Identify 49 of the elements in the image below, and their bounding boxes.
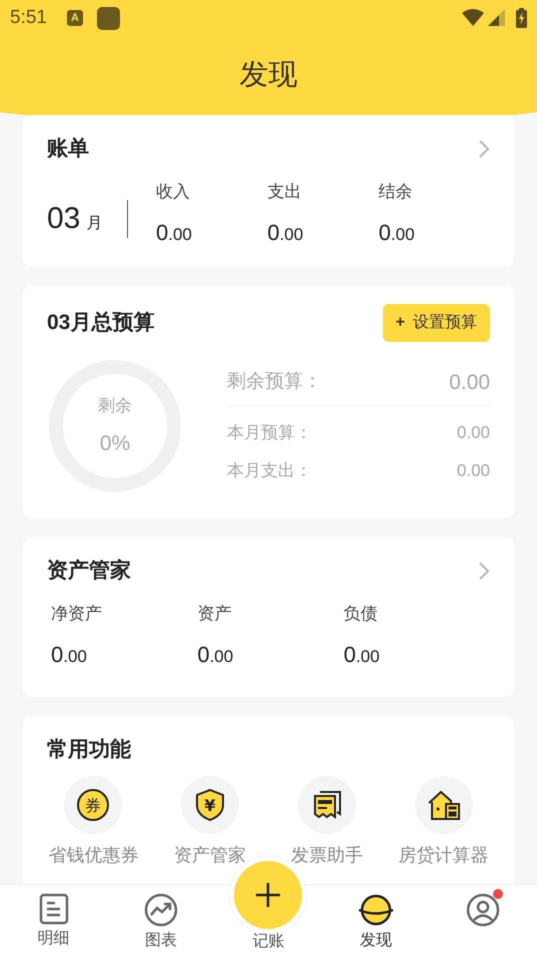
nav-label[interactable]: 记账 bbox=[252, 930, 284, 954]
budget-row-label: 本月预算： bbox=[227, 422, 312, 444]
notification-icon bbox=[96, 6, 120, 30]
budget-row-value: 0.00 bbox=[456, 422, 490, 444]
stat-label: 收入 bbox=[156, 180, 191, 202]
function-label[interactable]: 资产管家 bbox=[174, 842, 246, 868]
card-title: 03月总预算 bbox=[47, 310, 154, 336]
ring-label: 剩余 bbox=[98, 394, 132, 416]
month-number: 03 bbox=[47, 204, 80, 234]
remaining-budget-label: 剩余预算： bbox=[227, 370, 322, 394]
page-title: 发现 bbox=[240, 58, 298, 93]
shield-icon[interactable]: ¥ bbox=[181, 776, 240, 834]
card-title: 账单 bbox=[47, 136, 89, 162]
profile-icon[interactable] bbox=[466, 893, 500, 927]
stat-label: 负债 bbox=[344, 602, 379, 624]
stat-value: 0.00 bbox=[267, 219, 304, 247]
chart-icon[interactable] bbox=[144, 893, 178, 927]
card-title: 常用功能 bbox=[47, 737, 132, 763]
budget-row-value: 0.00 bbox=[456, 460, 490, 482]
wifi-icon bbox=[462, 9, 484, 27]
ring-percent: 0% bbox=[100, 431, 130, 457]
list-icon[interactable] bbox=[38, 893, 69, 925]
set-budget-button[interactable]: + 设置预算 bbox=[382, 304, 490, 342]
nav-label[interactable]: 明细 bbox=[38, 927, 70, 951]
budget-row-label: 本月支出： bbox=[227, 460, 312, 482]
stat-value: 0.00 bbox=[156, 219, 193, 247]
stat-label: 支出 bbox=[267, 180, 302, 202]
stat-value: 0.00 bbox=[344, 641, 381, 669]
stat-value: 0.00 bbox=[378, 219, 416, 247]
planet-icon[interactable] bbox=[356, 893, 396, 927]
battery-icon bbox=[516, 8, 527, 28]
stat-value: 0.00 bbox=[51, 641, 88, 669]
stat-label: 资产 bbox=[197, 602, 232, 624]
remaining-budget-value: 0.00 bbox=[449, 370, 490, 396]
card-title: 资产管家 bbox=[47, 558, 131, 584]
stat-value: 0.00 bbox=[197, 641, 234, 669]
keyboard-icon: A bbox=[66, 10, 83, 26]
status-time: 5:51 bbox=[10, 6, 47, 30]
function-label[interactable]: 房贷计算器 bbox=[398, 842, 489, 868]
signal-icon bbox=[488, 9, 506, 27]
coupon-icon[interactable]: 券 bbox=[64, 776, 122, 834]
nav-label[interactable]: 发现 bbox=[360, 929, 392, 953]
function-label[interactable]: 发票助手 bbox=[290, 842, 363, 868]
stat-label: 净资产 bbox=[51, 602, 103, 624]
nav-label[interactable]: 图表 bbox=[145, 929, 178, 953]
plus-icon bbox=[255, 882, 282, 908]
stat-label: 结余 bbox=[378, 180, 414, 202]
function-label[interactable]: 省钱优惠券 bbox=[48, 842, 138, 868]
month-unit: 月 bbox=[86, 216, 102, 232]
